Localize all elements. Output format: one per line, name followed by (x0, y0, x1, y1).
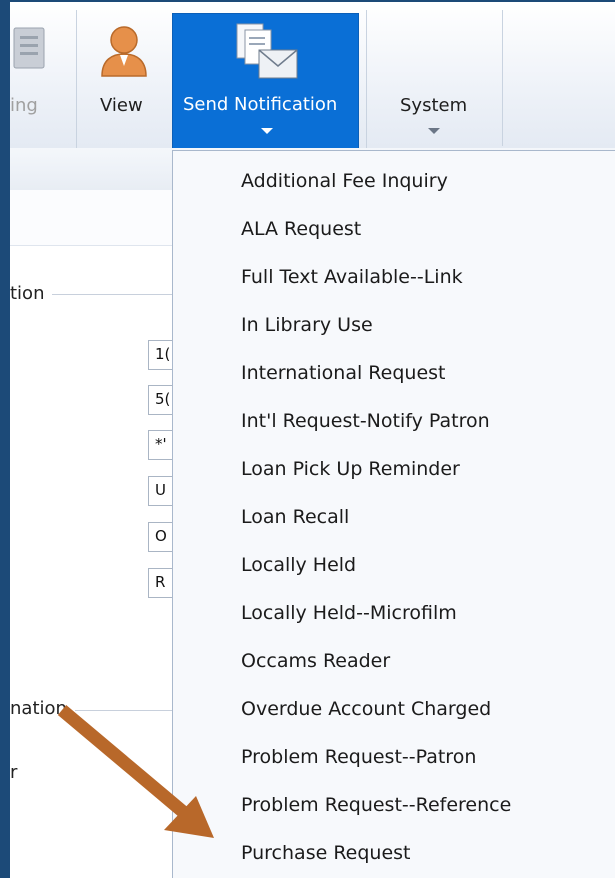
application-window: ing ling View Send Notification (10, 2, 615, 878)
annotation-arrow-icon (57, 705, 214, 838)
